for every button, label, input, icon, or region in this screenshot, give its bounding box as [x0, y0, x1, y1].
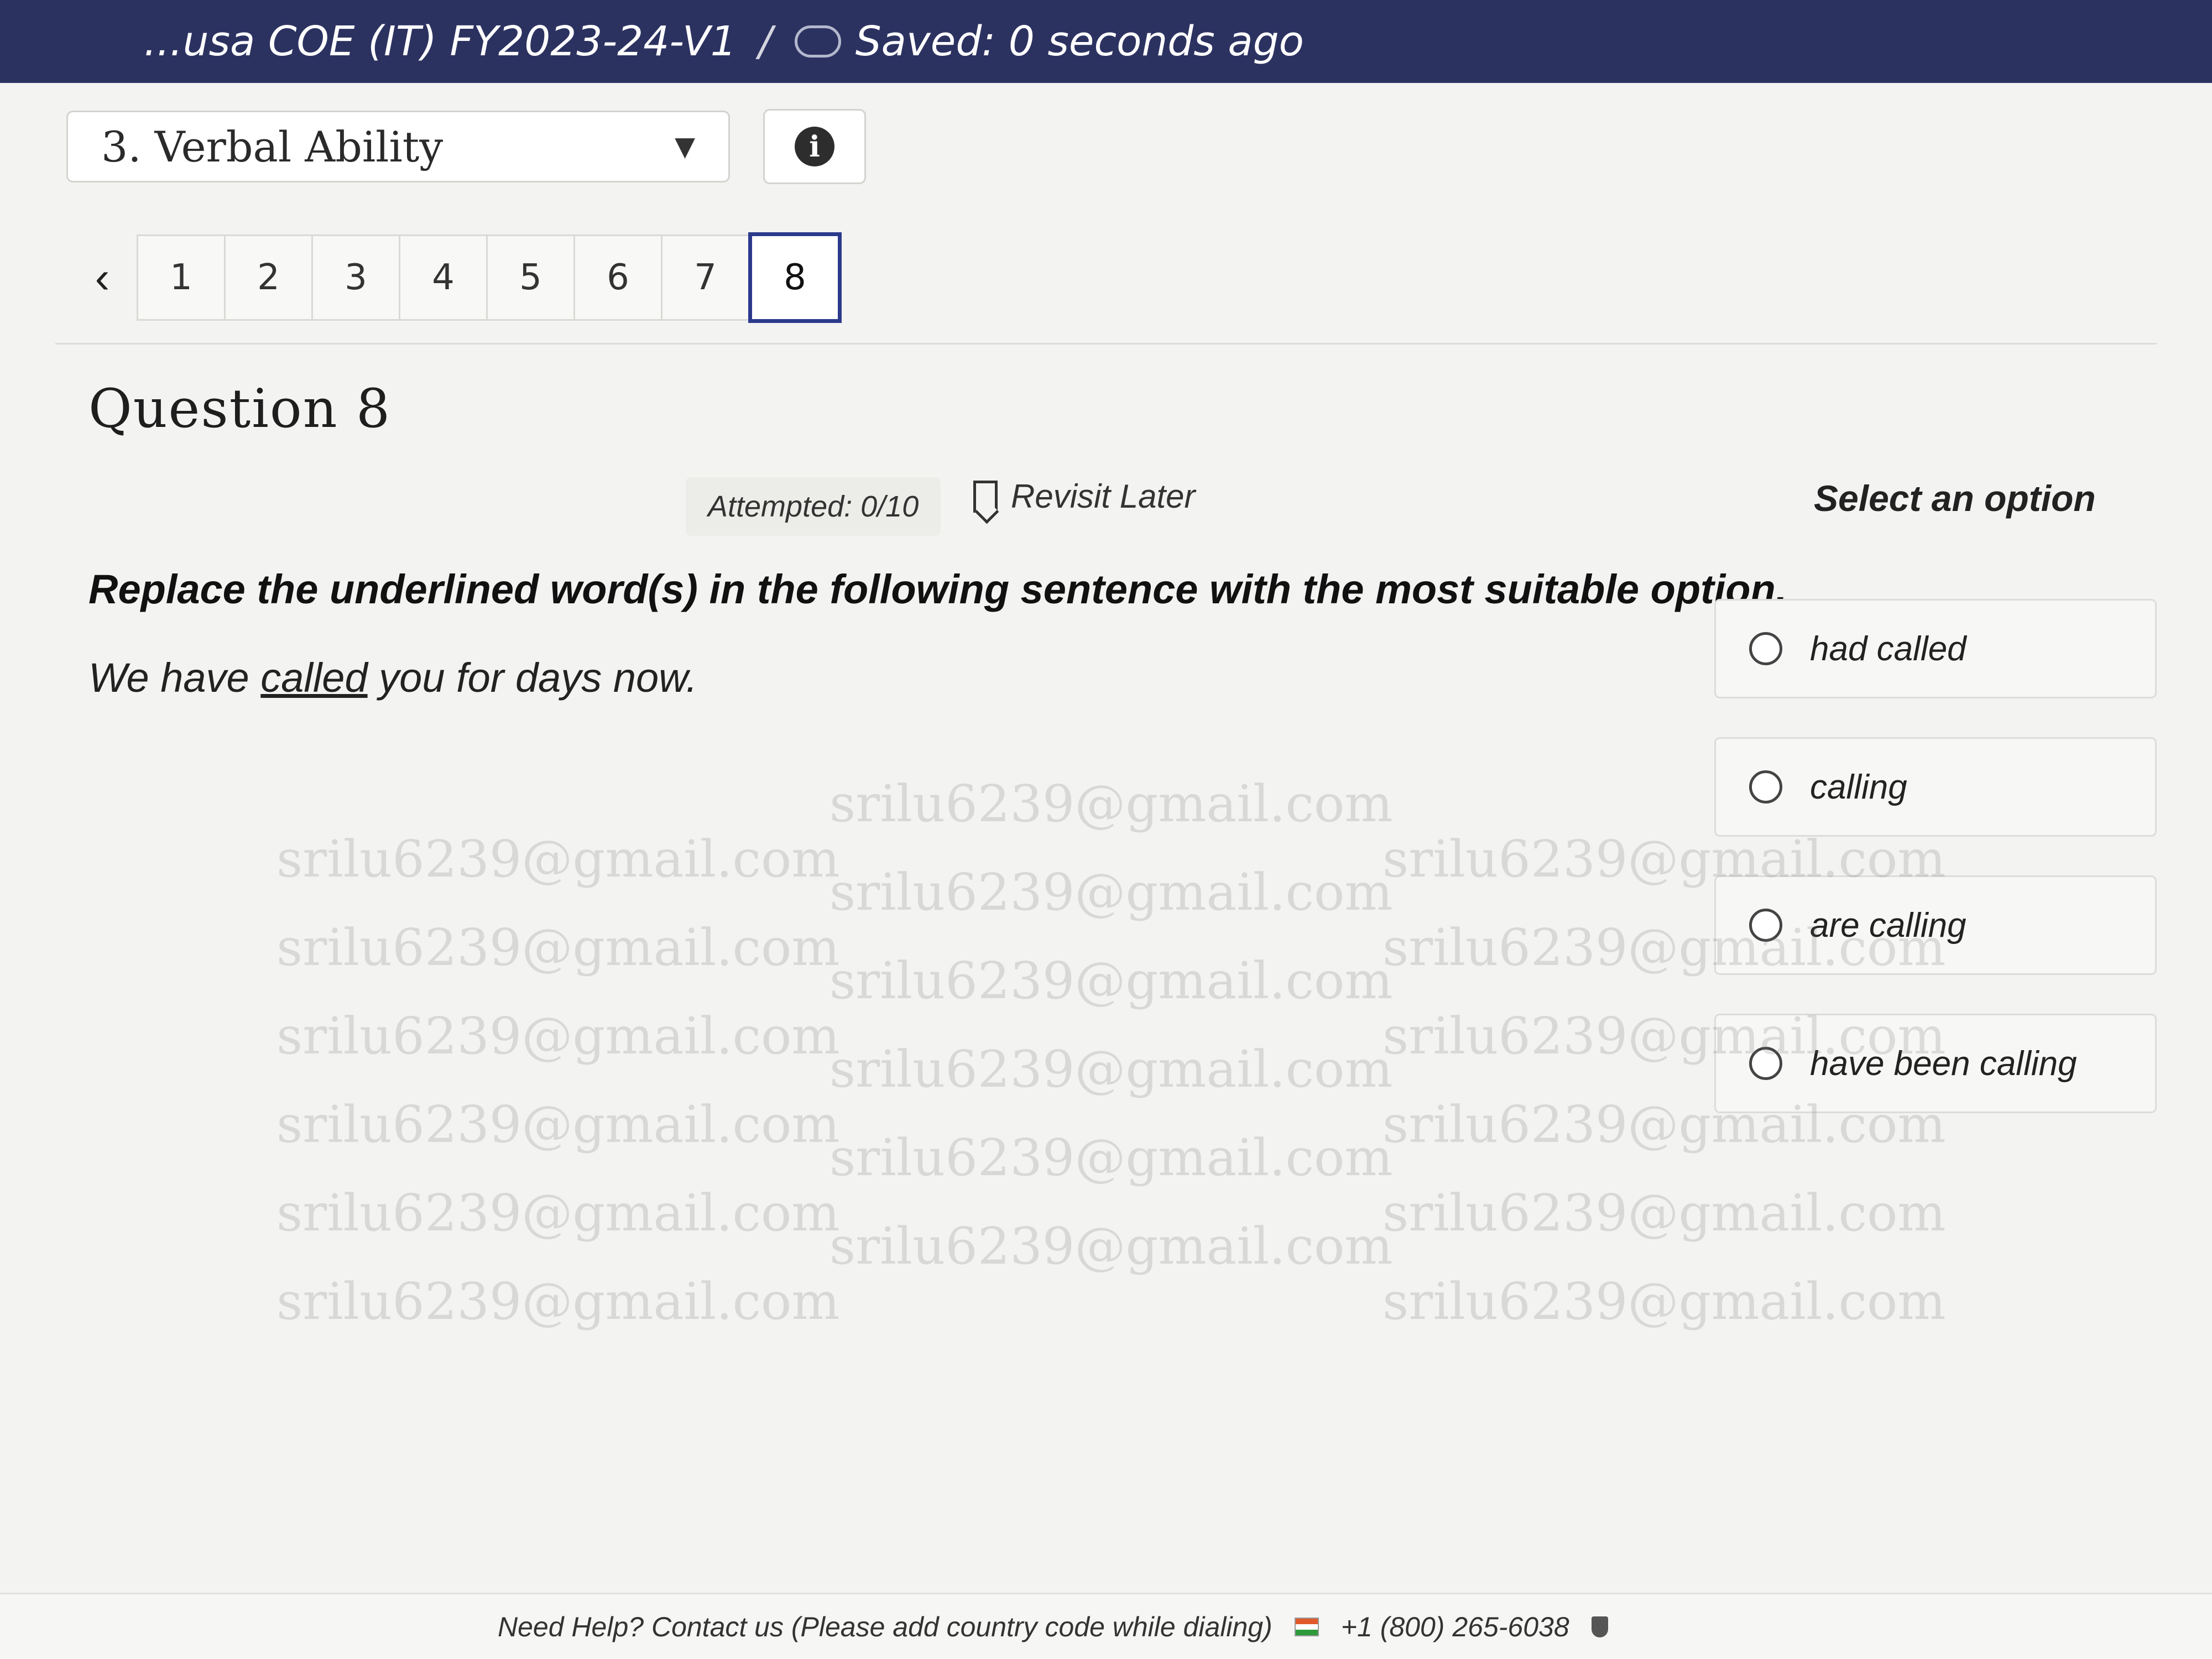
- exam-screen: ...usa COE (IT) FY2023-24-V1 / Saved: 0 …: [0, 0, 2212, 1659]
- underlined-words: called: [260, 655, 368, 701]
- question-title: Question 8: [88, 378, 392, 440]
- question-nav-button[interactable]: 7: [661, 234, 750, 321]
- radio-button[interactable]: [1749, 770, 1782, 804]
- bookmark-icon: [973, 480, 998, 513]
- caret-down-icon: ▼: [675, 131, 695, 162]
- radio-button[interactable]: [1749, 1047, 1782, 1080]
- answer-options: had called calling are calling have been…: [1714, 599, 2157, 1113]
- revisit-later-toggle[interactable]: Revisit Later: [973, 477, 1195, 515]
- revisit-later-label: Revisit Later: [1011, 478, 1196, 515]
- answer-option[interactable]: have been calling: [1714, 1014, 2157, 1113]
- question-instruction: Replace the underlined word(s) in the fo…: [88, 566, 1787, 612]
- info-icon: i: [795, 127, 834, 166]
- saved-status: Saved: 0 seconds ago: [855, 18, 1304, 65]
- help-phone[interactable]: +1 (800) 265-6038: [1341, 1611, 1569, 1643]
- previous-questions-button[interactable]: ‹: [66, 236, 138, 319]
- section-row: 3. Verbal Ability ▼ i: [0, 83, 2212, 210]
- question-nav-button[interactable]: 2: [224, 234, 313, 321]
- sentence-suffix: you for days now.: [367, 655, 698, 701]
- exam-title: ...usa COE (IT) FY2023-24-V1: [144, 18, 737, 65]
- header-separator: /: [758, 18, 773, 65]
- attempted-badge: Attempted: 0/10: [686, 477, 941, 536]
- select-option-heading: Select an option: [1814, 478, 2096, 519]
- cloud-saved-icon: [794, 25, 841, 58]
- question-panel: Question 8 Attempted: 0/10 Revisit Later…: [55, 343, 2157, 1659]
- section-dropdown-label: 3. Verbal Ability: [101, 122, 444, 171]
- question-sentence: We have called you for days now.: [88, 654, 697, 701]
- shield-icon: [1591, 1616, 1608, 1637]
- answer-option[interactable]: calling: [1714, 737, 2157, 837]
- india-flag-icon: [1294, 1617, 1319, 1636]
- answer-option-label: are calling: [1810, 906, 1966, 945]
- question-nav-button[interactable]: 4: [399, 234, 488, 321]
- answer-option-label: had called: [1810, 629, 1966, 668]
- question-nav-button[interactable]: 5: [486, 234, 575, 321]
- answer-option-label: calling: [1810, 768, 1907, 806]
- answer-option[interactable]: had called: [1714, 599, 2157, 698]
- question-nav-button[interactable]: 6: [573, 234, 662, 321]
- header-bar: ...usa COE (IT) FY2023-24-V1 / Saved: 0 …: [0, 0, 2212, 83]
- radio-button[interactable]: [1749, 632, 1782, 665]
- section-info-button[interactable]: i: [763, 109, 866, 184]
- section-dropdown[interactable]: 3. Verbal Ability ▼: [66, 111, 730, 182]
- question-nav-button-current[interactable]: 8: [748, 232, 842, 323]
- radio-button[interactable]: [1749, 909, 1782, 942]
- answer-option[interactable]: are calling: [1714, 875, 2157, 975]
- question-nav-button[interactable]: 1: [137, 234, 226, 321]
- chevron-left-icon: ‹: [95, 253, 110, 302]
- footer-bar: Need Help? Contact us (Please add countr…: [0, 1593, 2212, 1659]
- help-text: Need Help? Contact us (Please add countr…: [498, 1611, 1272, 1642]
- question-nav-button[interactable]: 3: [311, 234, 400, 321]
- sentence-prefix: We have: [88, 655, 261, 701]
- question-navigator: ‹ 1 2 3 4 5 6 7 8: [66, 232, 842, 323]
- answer-option-label: have been calling: [1810, 1044, 2077, 1083]
